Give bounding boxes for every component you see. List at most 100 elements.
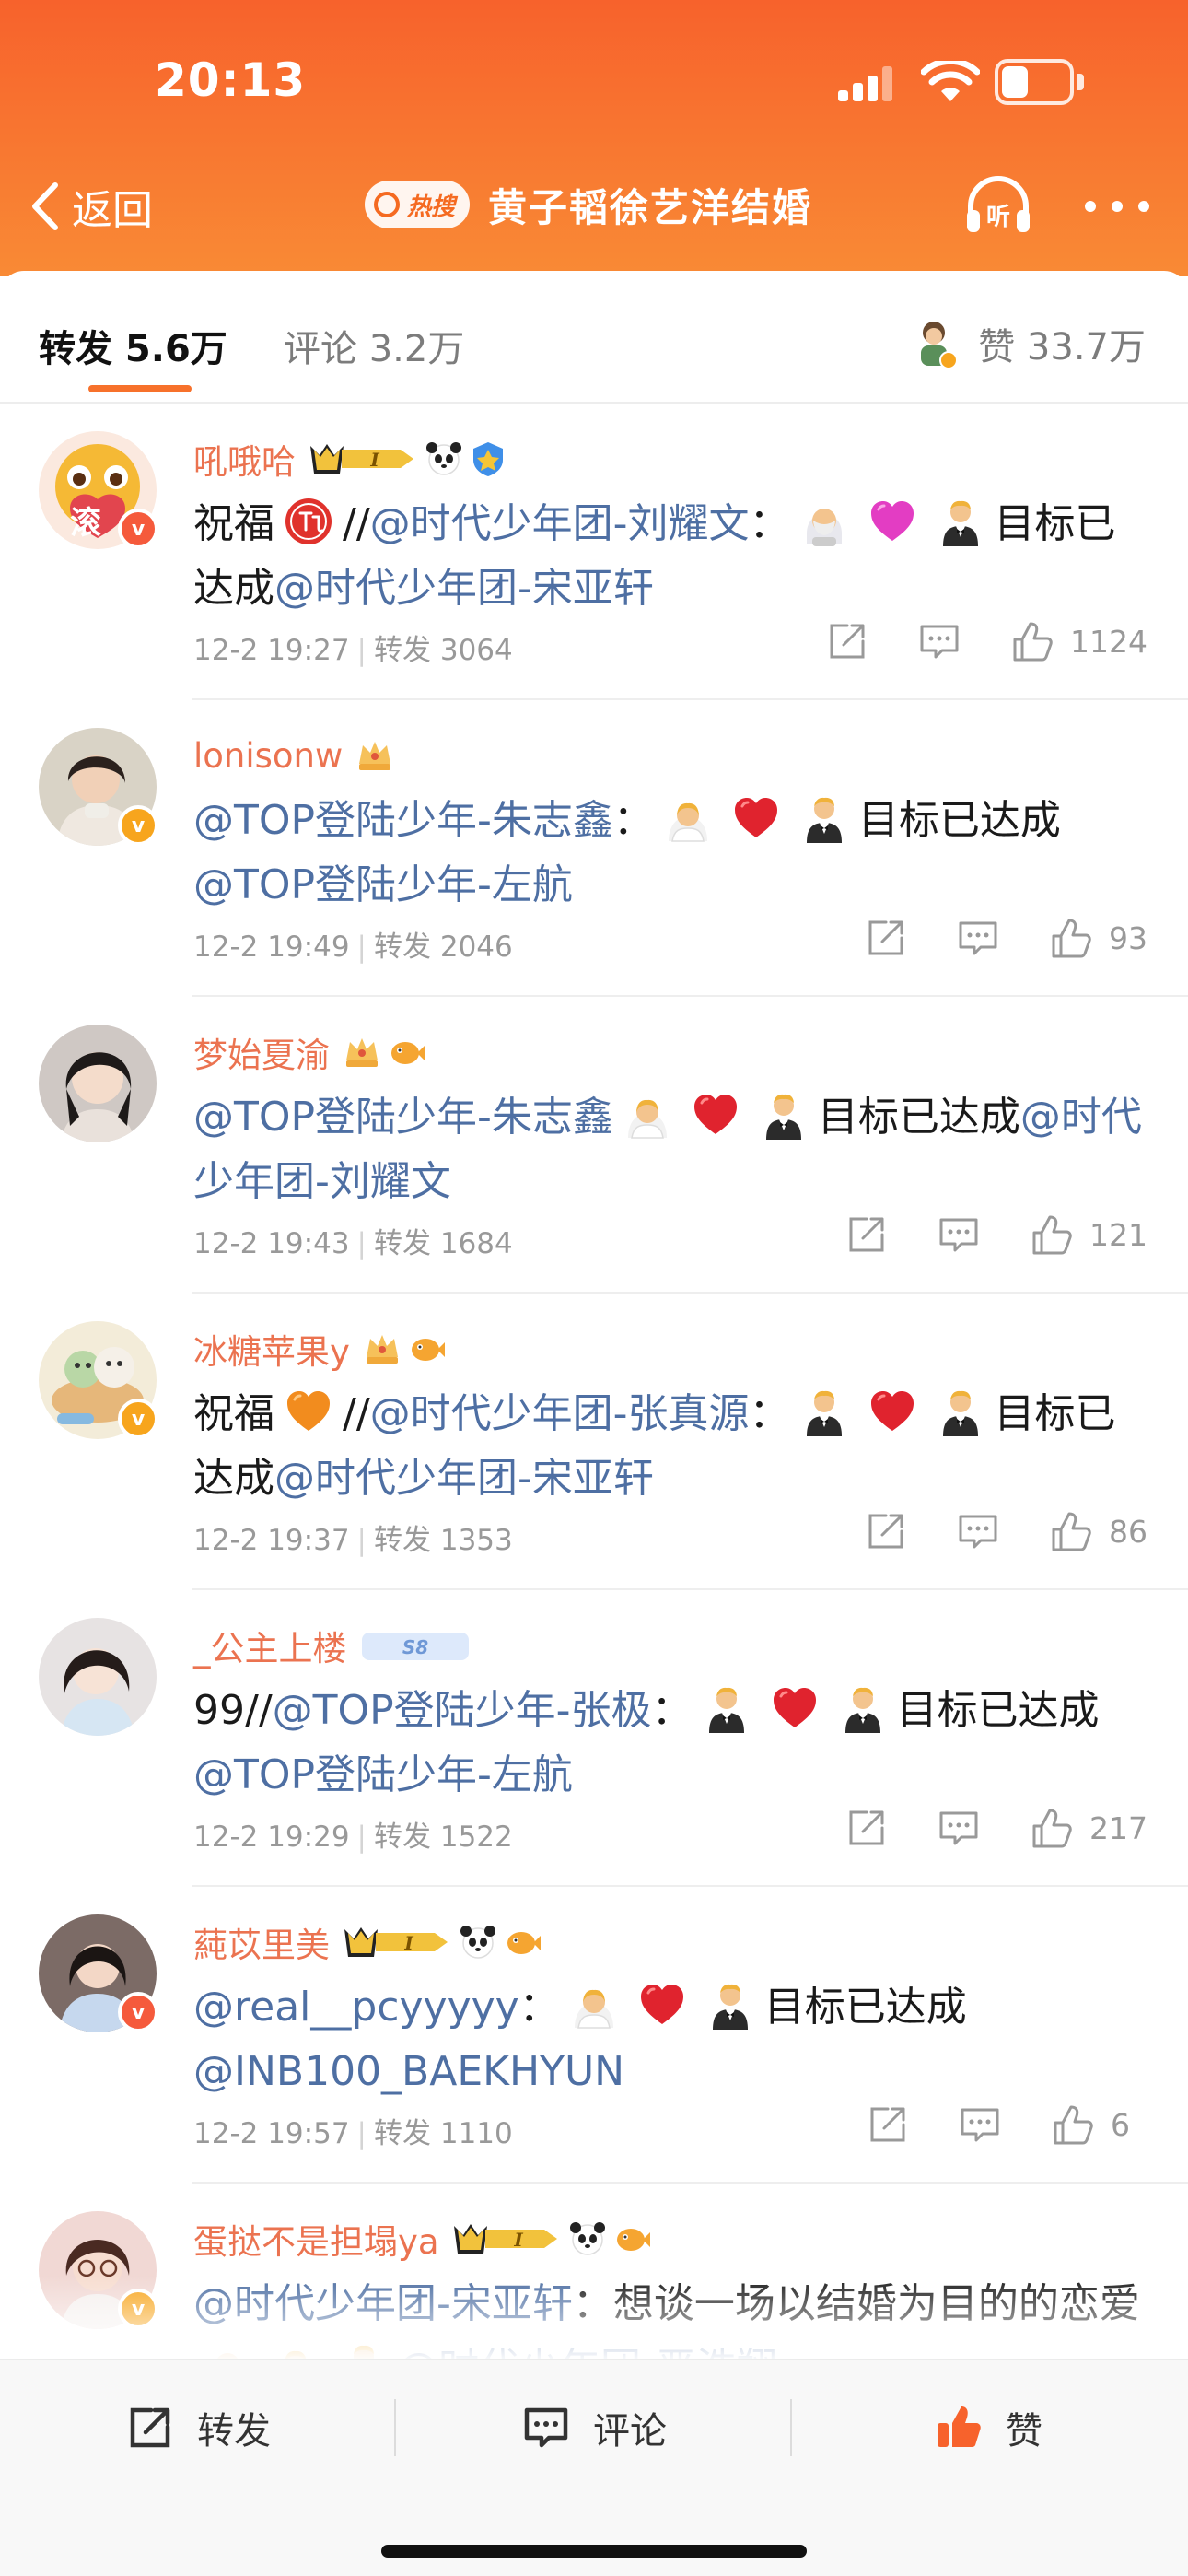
header: 20:13 返回 热搜 黄子韬徐艺洋结婚 听 xyxy=(0,0,1188,276)
share-icon[interactable] xyxy=(844,1806,889,1850)
thumbs-up-icon[interactable] xyxy=(1048,916,1092,960)
thumbs-up-icon[interactable] xyxy=(1050,2102,1094,2147)
share-icon[interactable] xyxy=(866,2102,910,2147)
username-row: 冰糖苹果y xyxy=(193,1323,451,1375)
user-mention-link[interactable]: @TOP登陆少年-左航 xyxy=(193,861,573,908)
chevron-left-icon xyxy=(32,182,58,230)
panda-icon xyxy=(569,2222,605,2255)
comment-icon[interactable] xyxy=(937,1212,981,1257)
level-number: I xyxy=(403,1932,413,1954)
avatar-text: 滚 xyxy=(70,505,101,542)
crown-level-badge-icon: I xyxy=(310,444,413,474)
username[interactable]: 冰糖苹果y xyxy=(193,1324,350,1374)
user-avatar[interactable] xyxy=(39,1025,157,1142)
comment-icon[interactable] xyxy=(958,2102,1002,2147)
user-mention-link[interactable]: @时代少年团-宋亚轩 xyxy=(274,565,654,612)
post-content: @real__pcyyyyy： 目标已达成 @INB100_BAEKHYUN xyxy=(193,1975,1151,2104)
thumbs-up-icon[interactable] xyxy=(1029,1212,1073,1257)
share-icon[interactable] xyxy=(864,1509,908,1553)
username[interactable]: 吼哦哈 xyxy=(193,434,296,484)
content-text: ： xyxy=(749,1390,790,1437)
content-text: ： xyxy=(612,797,654,844)
cellular-signal-icon xyxy=(838,66,895,101)
repost-item: 梦始夏渝 @TOP登陆少年-朱志鑫 目标已达成@时代少年团-刘耀文 12-2 19:4… xyxy=(0,997,1188,1294)
user-mention-link[interactable]: @real__pcyyyyy xyxy=(193,1984,519,2031)
tab-repost[interactable]: 转发 5.6万 xyxy=(39,319,227,372)
post-actions: 6 xyxy=(818,2099,1147,2150)
avatar-image xyxy=(39,1618,157,1736)
verified-badge-icon: v xyxy=(118,1992,158,2032)
like-count: 1124 xyxy=(1070,623,1147,660)
post-actions: 1124 xyxy=(777,615,1147,667)
comment-icon[interactable] xyxy=(956,1509,1000,1553)
post-time: 12-2 19:29 xyxy=(193,1821,350,1854)
content-text: ： xyxy=(651,1687,693,1734)
post-time: 12-2 19:57 xyxy=(193,2117,350,2150)
bottom-repost-button[interactable]: 转发 xyxy=(125,2395,271,2460)
post-content: @TOP登陆少年-朱志鑫 目标已达成@时代少年团-刘耀文 xyxy=(193,1085,1151,1214)
username[interactable]: 梦始夏渝 xyxy=(193,1027,330,1077)
fish-icon xyxy=(411,1339,445,1361)
post-actions: 86 xyxy=(816,1505,1147,1557)
red-heart-emoji xyxy=(773,1688,816,1727)
thumbs-up-icon[interactable] xyxy=(1048,1509,1092,1553)
share-icon[interactable] xyxy=(864,916,908,960)
bottom-comment-button[interactable]: 评论 xyxy=(521,2395,667,2460)
repost-count: 转发 1353 xyxy=(374,1524,513,1557)
user-mention-link[interactable]: @时代少年团-宋亚轩 xyxy=(274,1455,654,1502)
verified-badge-icon: v xyxy=(118,509,158,549)
thumbs-up-filled-icon xyxy=(938,2406,981,2447)
man-in-tuxedo-emoji xyxy=(708,1687,744,1733)
panda-icon xyxy=(426,442,461,475)
back-button[interactable]: 返回 xyxy=(28,177,153,236)
username-row: 吼哦哈 I xyxy=(193,433,513,485)
post-meta: 12-2 19:43 | 转发 1684 xyxy=(193,1220,513,1261)
status-bar: 20:13 xyxy=(0,0,1188,157)
username[interactable]: 蛋挞不是担塌ya xyxy=(193,2214,439,2264)
username[interactable]: 蒓苡里美 xyxy=(193,1917,330,1967)
user-mention-link[interactable]: @TOP登陆少年-左航 xyxy=(193,1751,573,1798)
tab-likes[interactable]: 赞 33.7万 xyxy=(914,317,1146,370)
bottom-like-button[interactable]: 赞 xyxy=(934,2395,1042,2460)
user-mention-link[interactable]: @时代少年团-张真源 xyxy=(370,1390,750,1437)
user-mention-link[interactable]: @TOP登陆少年-朱志鑫 xyxy=(193,797,613,844)
man-in-tuxedo-emoji xyxy=(844,1687,880,1733)
share-icon[interactable] xyxy=(844,1212,889,1257)
repost-count: 转发 1110 xyxy=(374,2117,513,2150)
user-avatar[interactable] xyxy=(39,1618,157,1736)
thumbs-up-icon[interactable] xyxy=(1009,619,1054,663)
post-meta: 12-2 19:49 | 转发 2046 xyxy=(193,923,513,965)
content-text: ： xyxy=(749,500,790,547)
tab-comment[interactable]: 评论 3.2万 xyxy=(284,319,464,372)
user-mention-link[interactable]: @TOP登陆少年-朱志鑫 xyxy=(193,1094,613,1141)
share-icon[interactable] xyxy=(825,619,869,663)
meta-separator: | xyxy=(356,1227,367,1260)
comment-icon[interactable] xyxy=(917,619,961,663)
man-in-tuxedo-emoji xyxy=(806,797,842,843)
repost-item: v lonisonw @TOP登陆少年-朱志鑫： 目标已达成 @TOP登陆少年-左航 12… xyxy=(0,700,1188,997)
post-meta: 12-2 19:37 | 转发 1353 xyxy=(193,1516,513,1558)
man-in-tuxedo-emoji xyxy=(806,1390,842,1436)
username[interactable]: _公主上楼 xyxy=(193,1621,347,1670)
hot-search-badge: 热搜 xyxy=(365,181,471,228)
active-tab-indicator xyxy=(88,385,192,392)
listen-headphones-icon[interactable]: 听 xyxy=(963,173,1033,238)
bottom-comment-label: 评论 xyxy=(593,2410,667,2453)
meta-separator: | xyxy=(356,1524,367,1557)
comment-icon[interactable] xyxy=(937,1806,981,1850)
user-mention-link[interactable]: @TOP登陆少年-张极 xyxy=(273,1687,652,1734)
username[interactable]: lonisonw xyxy=(193,736,343,776)
topic-header[interactable]: 热搜 黄子韬徐艺洋结婚 xyxy=(365,175,812,234)
bride-emoji xyxy=(668,802,707,842)
comment-icon[interactable] xyxy=(956,916,1000,960)
comment-icon xyxy=(524,2407,568,2448)
shield-icon xyxy=(473,442,503,476)
more-options-button[interactable] xyxy=(1085,195,1149,217)
s8-badge-icon: S8 xyxy=(361,1633,469,1660)
user-mention-link[interactable]: @INB100_BAEKHYUN xyxy=(193,2048,624,2095)
user-mention-link[interactable]: @时代少年团-刘耀文 xyxy=(370,500,750,547)
listen-label: 听 xyxy=(986,204,1010,231)
thumbs-up-icon[interactable] xyxy=(1029,1806,1073,1850)
orange-heart-emoji xyxy=(287,1391,330,1431)
repost-count: 转发 3064 xyxy=(374,634,513,667)
